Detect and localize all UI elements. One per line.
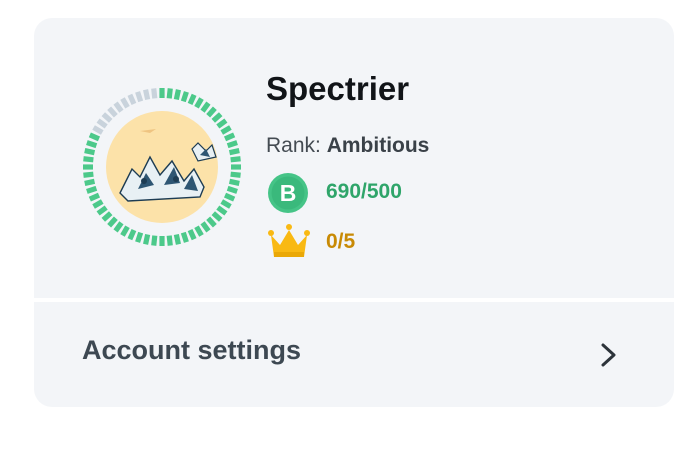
progress-ring-segment <box>211 211 223 222</box>
progress-ring-segment <box>96 118 108 129</box>
progress-ring-segment <box>101 112 113 123</box>
progress-ring-segment <box>151 235 158 246</box>
progress-ring-segment <box>187 228 197 241</box>
progress-ring-segment <box>143 89 151 101</box>
username: Spectrier <box>266 70 410 107</box>
progress-ring-segment <box>226 185 238 194</box>
rank-label: Rank: <box>266 134 321 157</box>
progress-ring-segment <box>127 228 137 241</box>
progress-ring-segment <box>96 205 108 216</box>
progress-ring-segment <box>223 132 236 142</box>
progress-ring-segment <box>194 97 204 109</box>
crowns-value: 0/5 <box>326 230 356 253</box>
chevron-right-icon <box>601 343 616 367</box>
profile-section: Spectrier Rank: Ambitious B 690/500 0/5 <box>34 18 674 298</box>
progress-ring-segment <box>101 211 113 222</box>
progress-ring-segment <box>83 156 94 163</box>
progress-ring-segment <box>92 199 104 209</box>
progress-ring-segment <box>120 97 130 109</box>
b-coin-icon: B <box>268 173 308 213</box>
progress-ring-segment <box>230 156 241 163</box>
progress-ring-segment <box>107 216 118 228</box>
rank-value: Ambitious <box>326 134 430 157</box>
progress-ring-segment <box>200 221 211 233</box>
progress-ring-segment <box>223 192 236 202</box>
crown-icon <box>268 224 310 257</box>
progress-ring-segment <box>92 125 104 135</box>
progress-ring-segment <box>83 171 94 178</box>
progress-ring-segment <box>228 178 240 186</box>
progress-ring-segment <box>88 132 101 142</box>
avatar-background <box>106 111 218 223</box>
progress-ring-segment <box>84 178 96 186</box>
progress-ring-segment <box>200 101 211 113</box>
progress-ring-segment <box>135 91 144 103</box>
progress-ring-segment <box>127 93 137 106</box>
progress-ring-segment <box>166 235 173 246</box>
account-settings-label: Account settings <box>82 335 302 365</box>
progress-ring-segment <box>216 118 228 129</box>
progress-ring-segment <box>206 106 217 118</box>
progress-ring-segment <box>187 93 197 106</box>
profile-card: Spectrier Rank: Ambitious B 690/500 0/5 <box>34 18 674 407</box>
progress-ring-segment <box>84 148 96 156</box>
progress-ring-segment <box>107 106 118 118</box>
rank-line: Rank: Ambitious <box>266 134 429 158</box>
progress-ring-segment <box>180 91 189 103</box>
progress-ring-segment <box>216 205 228 216</box>
points-value: 690/500 <box>326 180 402 203</box>
progress-ring-segment <box>226 140 238 149</box>
b-coin-letter: B <box>280 180 297 206</box>
progress-ring-segment <box>143 233 151 245</box>
progress-ring-segment <box>220 125 232 135</box>
progress-ring-segment <box>151 88 158 99</box>
progress-ring-segment <box>211 112 223 123</box>
progress-ring-segment <box>173 89 181 101</box>
progress-ring-segment <box>113 101 124 113</box>
progress-ring-segment <box>88 192 101 202</box>
progress-ring-segment <box>113 221 124 233</box>
progress-ring-segment <box>206 216 217 228</box>
progress-ring-segment <box>166 88 173 99</box>
progress-ring-segment <box>230 171 241 178</box>
progress-ring-segment <box>228 148 240 156</box>
progress-ring-segment <box>120 225 130 237</box>
account-settings-row[interactable]: Account settings <box>34 302 674 407</box>
progress-ring-segment <box>194 225 204 237</box>
progress-ring-segment <box>135 231 144 243</box>
progress-ring-segment <box>173 233 181 245</box>
progress-ring-segment <box>86 140 98 149</box>
avatar[interactable] <box>80 85 244 249</box>
progress-ring-segment <box>180 231 189 243</box>
progress-ring-segment <box>220 199 232 209</box>
progress-ring-segment <box>86 185 98 194</box>
